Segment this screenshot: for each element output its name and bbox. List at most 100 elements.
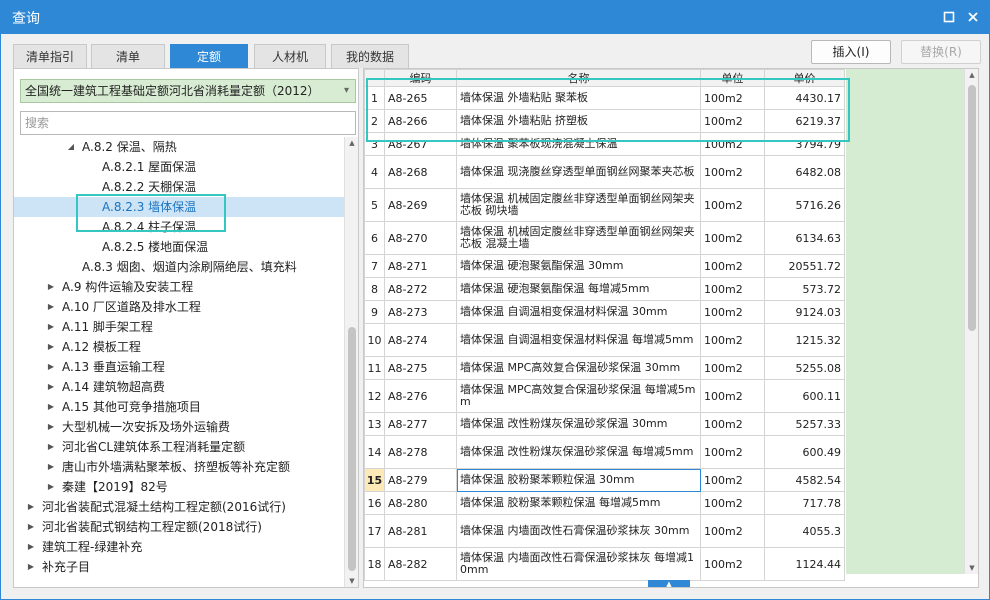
cell-price[interactable]: 573.72	[764, 277, 845, 301]
cell-name[interactable]: 墙体保温 MPC高效复合保温砂浆保温 30mm	[456, 356, 701, 380]
cell-name[interactable]: 墙体保温 内墙面改性石膏保温砂浆抹灰 30mm	[456, 514, 701, 548]
grid-scroll-down-icon[interactable]: ▼	[965, 562, 978, 574]
table-row[interactable]: 9 A8-273 墙体保温 自调温相变保温材料保温 30mm 100m2 9124.03	[364, 300, 845, 324]
panel-splitter-handle[interactable]: ▲	[648, 580, 690, 587]
tree-node[interactable]: ▶ A.9 构件运输及安装工程	[14, 277, 344, 297]
cell-code[interactable]: A8-282	[384, 547, 457, 581]
caret-collapsed-icon[interactable]: ▶	[46, 377, 56, 397]
tree-node[interactable]: A.8.2.2 天棚保温	[14, 177, 344, 197]
tree-node[interactable]: ▶ 河北省装配式钢结构工程定额(2018试行)	[14, 517, 344, 537]
row-number[interactable]: 7	[364, 254, 385, 278]
cell-code[interactable]: A8-275	[384, 356, 457, 380]
tree-node[interactable]: A.8.2.5 楼地面保温	[14, 237, 344, 257]
cell-name[interactable]: 墙体保温 聚苯板现浇混凝土保温	[456, 132, 701, 156]
table-row[interactable]: 13 A8-277 墙体保温 改性粉煤灰保温砂浆保温 30mm 100m2 5257.3…	[364, 412, 845, 436]
cell-code[interactable]: A8-281	[384, 514, 457, 548]
table-row[interactable]: 16 A8-280 墙体保温 胶粉聚苯颗粒保温 每增减5mm 100m2 717.78	[364, 491, 845, 515]
tree-scrollbar-thumb[interactable]	[348, 327, 356, 571]
row-number[interactable]: 14	[364, 435, 385, 469]
cell-name[interactable]: 墙体保温 硬泡聚氨酯保温 每增减5mm	[456, 277, 701, 301]
cell-price[interactable]: 20551.72	[764, 254, 845, 278]
cell-name[interactable]: 墙体保温 外墙粘贴 挤塑板	[456, 109, 701, 133]
cell-price[interactable]: 600.11	[764, 379, 845, 413]
cell-code[interactable]: A8-266	[384, 109, 457, 133]
row-number[interactable]: 2	[364, 109, 385, 133]
cell-price[interactable]: 1215.32	[764, 323, 845, 357]
cell-code[interactable]: A8-279	[384, 468, 457, 492]
cell-unit[interactable]: 100m2	[700, 514, 765, 548]
grid-scrollbar[interactable]: ▲ ▼	[964, 69, 978, 574]
cell-code[interactable]: A8-276	[384, 379, 457, 413]
row-number[interactable]: 15	[364, 468, 385, 492]
cell-code[interactable]: A8-272	[384, 277, 457, 301]
cell-unit[interactable]: 100m2	[700, 468, 765, 492]
cell-code[interactable]: A8-269	[384, 188, 457, 222]
table-row[interactable]: 18 A8-282 墙体保温 内墙面改性石膏保温砂浆抹灰 每增减10mm 100m2 1…	[364, 547, 845, 581]
row-number[interactable]: 18	[364, 547, 385, 581]
cell-price[interactable]: 717.78	[764, 491, 845, 515]
cell-code[interactable]: A8-265	[384, 86, 457, 110]
tree-node[interactable]: ▶ 唐山市外墙满粘聚苯板、挤塑板等补充定额	[14, 457, 344, 477]
tab-list[interactable]: 清单	[91, 44, 165, 68]
insert-button[interactable]: 插入(I)	[811, 40, 891, 64]
caret-collapsed-icon[interactable]: ▶	[46, 317, 56, 337]
cell-name[interactable]: 墙体保温 胶粉聚苯颗粒保温 每增减5mm	[456, 491, 701, 515]
cell-name[interactable]: 墙体保温 自调温相变保温材料保温 每增减5mm	[456, 323, 701, 357]
cell-unit[interactable]: 100m2	[700, 155, 765, 189]
cell-price[interactable]: 3794.79	[764, 132, 845, 156]
search-input[interactable]	[20, 111, 356, 135]
tree-node[interactable]: ▶ A.14 建筑物超高费	[14, 377, 344, 397]
cell-name[interactable]: 墙体保温 机械固定腹丝非穿透型单面钢丝网架夹芯板 砌块墙	[456, 188, 701, 222]
caret-collapsed-icon[interactable]: ▶	[46, 477, 56, 497]
cell-code[interactable]: A8-270	[384, 221, 457, 255]
caret-collapsed-icon[interactable]: ▶	[46, 437, 56, 457]
cell-price[interactable]: 6219.37	[764, 109, 845, 133]
tree-node[interactable]: ▶ A.15 其他可竞争措施项目	[14, 397, 344, 417]
row-number[interactable]: 4	[364, 155, 385, 189]
table-row[interactable]: 10 A8-274 墙体保温 自调温相变保温材料保温 每增减5mm 100m2 1215…	[364, 323, 845, 357]
caret-collapsed-icon[interactable]: ▶	[46, 337, 56, 357]
row-number[interactable]: 11	[364, 356, 385, 380]
tab-labor-material-machine[interactable]: 人材机	[254, 44, 326, 68]
cell-unit[interactable]: 100m2	[700, 491, 765, 515]
grid-header-unit[interactable]: 单位	[700, 69, 765, 87]
tree-node[interactable]: A.8.3 烟囱、烟道内涂刷隔绝层、填充料	[14, 257, 344, 277]
cell-unit[interactable]: 100m2	[700, 412, 765, 436]
cell-name[interactable]: 墙体保温 自调温相变保温材料保温 30mm	[456, 300, 701, 324]
tree-node[interactable]: A.8.2.3 墙体保温	[14, 197, 344, 217]
cell-price[interactable]: 4055.3	[764, 514, 845, 548]
row-number[interactable]: 5	[364, 188, 385, 222]
cell-unit[interactable]: 100m2	[700, 356, 765, 380]
cell-code[interactable]: A8-268	[384, 155, 457, 189]
table-row[interactable]: 7 A8-271 墙体保温 硬泡聚氨酯保温 30mm 100m2 20551.72	[364, 254, 845, 278]
cell-price[interactable]: 5257.33	[764, 412, 845, 436]
row-number[interactable]: 13	[364, 412, 385, 436]
table-row[interactable]: 4 A8-268 墙体保温 现浇腹丝穿透型单面钢丝网聚苯夹芯板 100m2 6482.0…	[364, 155, 845, 189]
cell-price[interactable]: 9124.03	[764, 300, 845, 324]
scroll-down-icon[interactable]: ▼	[345, 575, 359, 587]
cell-name[interactable]: 墙体保温 胶粉聚苯颗粒保温 30mm	[456, 468, 701, 492]
cell-name[interactable]: 墙体保温 改性粉煤灰保温砂浆保温 每增减5mm	[456, 435, 701, 469]
grid-scroll-up-icon[interactable]: ▲	[965, 69, 978, 81]
caret-collapsed-icon[interactable]: ▶	[46, 277, 56, 297]
table-row[interactable]: 11 A8-275 墙体保温 MPC高效复合保温砂浆保温 30mm 100m2 5255…	[364, 356, 845, 380]
tree-node[interactable]: ◢ A.8.2 保温、隔热	[14, 137, 344, 157]
cell-unit[interactable]: 100m2	[700, 254, 765, 278]
tree-node[interactable]: A.8.2.1 屋面保温	[14, 157, 344, 177]
cell-name[interactable]: 墙体保温 外墙粘贴 聚苯板	[456, 86, 701, 110]
cell-name[interactable]: 墙体保温 硬泡聚氨酯保温 30mm	[456, 254, 701, 278]
table-row[interactable]: 1 A8-265 墙体保温 外墙粘贴 聚苯板 100m2 4430.17	[364, 86, 845, 110]
row-number[interactable]: 10	[364, 323, 385, 357]
caret-collapsed-icon[interactable]: ▶	[26, 557, 36, 577]
cell-code[interactable]: A8-267	[384, 132, 457, 156]
row-number[interactable]: 1	[364, 86, 385, 110]
table-row[interactable]: 14 A8-278 墙体保温 改性粉煤灰保温砂浆保温 每增减5mm 100m2 600.…	[364, 435, 845, 469]
close-icon[interactable]	[962, 6, 984, 28]
caret-expanded-icon[interactable]: ◢	[66, 137, 76, 157]
cell-unit[interactable]: 100m2	[700, 109, 765, 133]
table-row[interactable]: 2 A8-266 墙体保温 外墙粘贴 挤塑板 100m2 6219.37	[364, 109, 845, 133]
tree-node[interactable]: A.8.2.4 柱子保温	[14, 217, 344, 237]
tree-node[interactable]: ▶ A.11 脚手架工程	[14, 317, 344, 337]
cell-unit[interactable]: 100m2	[700, 221, 765, 255]
cell-code[interactable]: A8-280	[384, 491, 457, 515]
